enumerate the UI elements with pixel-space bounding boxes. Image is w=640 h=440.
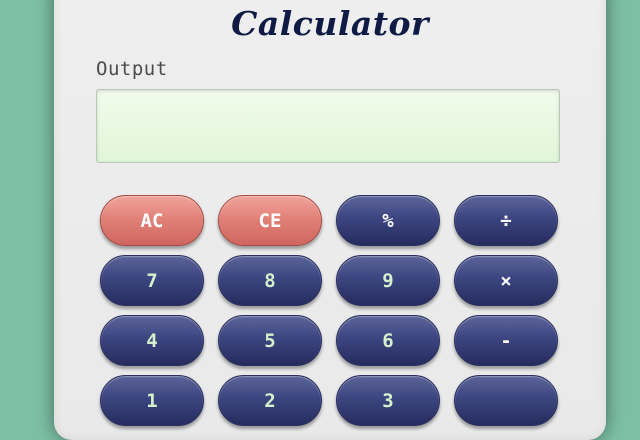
calculator-panel: Calculator Output AC CE % ÷ 7 8 9 × 4 5 …: [54, 0, 606, 440]
key-label: 5: [264, 329, 276, 352]
key-4-button[interactable]: 4: [100, 315, 204, 366]
add-button[interactable]: [454, 375, 558, 426]
key-label: ×: [500, 269, 512, 292]
ce-button[interactable]: CE: [218, 195, 322, 246]
key-6-button[interactable]: 6: [336, 315, 440, 366]
key-label: 6: [382, 329, 394, 352]
key-1-button[interactable]: 1: [100, 375, 204, 426]
percent-button[interactable]: %: [336, 195, 440, 246]
key-label: 7: [146, 269, 158, 292]
subtract-button[interactable]: -: [454, 315, 558, 366]
output-display[interactable]: [96, 89, 560, 163]
key-label: %: [382, 209, 394, 232]
app-title: Calculator: [231, 4, 429, 43]
key-2-button[interactable]: 2: [218, 375, 322, 426]
key-label: 2: [264, 389, 276, 412]
key-label: 9: [382, 269, 394, 292]
key-3-button[interactable]: 3: [336, 375, 440, 426]
key-label: 4: [146, 329, 158, 352]
key-label: ÷: [500, 209, 512, 232]
key-8-button[interactable]: 8: [218, 255, 322, 306]
key-9-button[interactable]: 9: [336, 255, 440, 306]
key-label: 3: [382, 389, 394, 412]
key-7-button[interactable]: 7: [100, 255, 204, 306]
multiply-button[interactable]: ×: [454, 255, 558, 306]
ac-button[interactable]: AC: [100, 195, 204, 246]
key-label: CE: [258, 209, 282, 232]
keypad: AC CE % ÷ 7 8 9 × 4 5 6 - 1 2 3: [100, 195, 558, 426]
key-label: AC: [140, 209, 164, 232]
output-label: Output: [96, 58, 168, 80]
key-label: 1: [146, 389, 158, 412]
key-label: 8: [264, 269, 276, 292]
key-label: -: [500, 329, 512, 352]
divide-button[interactable]: ÷: [454, 195, 558, 246]
key-5-button[interactable]: 5: [218, 315, 322, 366]
